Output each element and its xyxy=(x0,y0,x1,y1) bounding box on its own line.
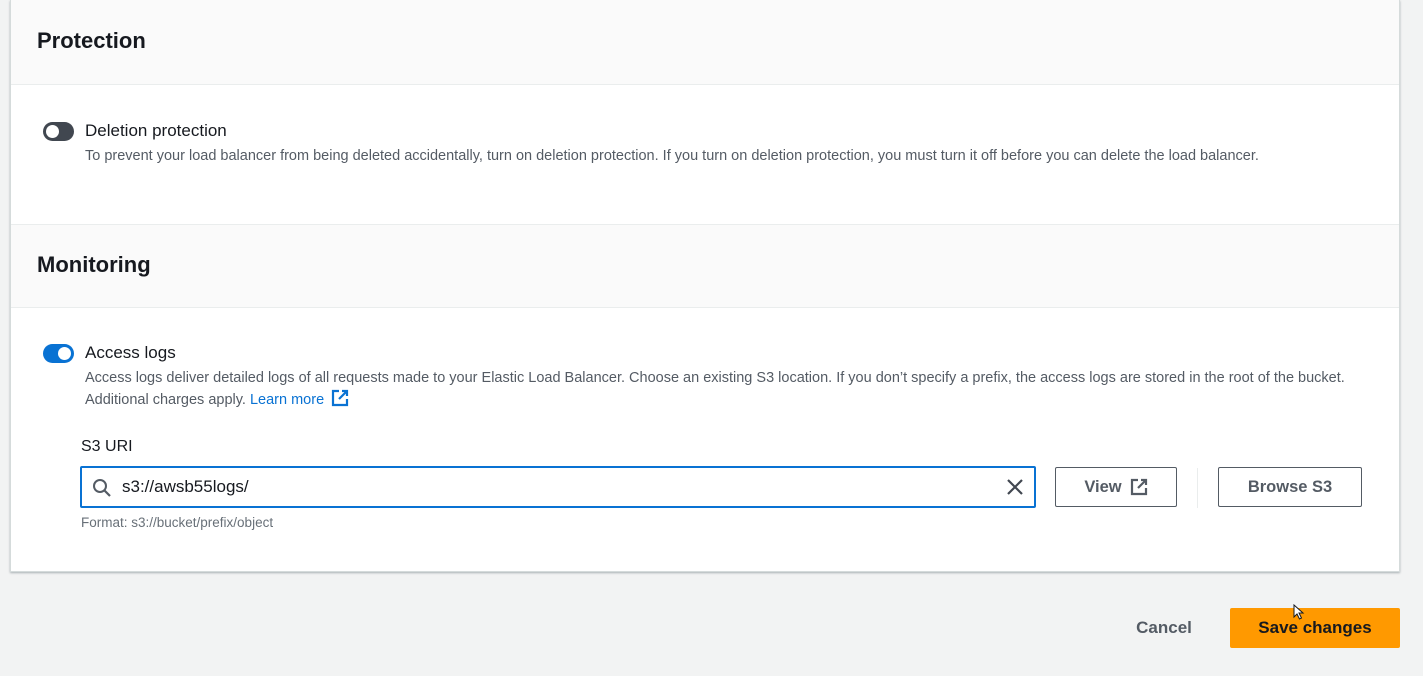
s3-uri-value: s3://awsb55logs/ xyxy=(122,477,249,496)
browse-s3-button-label: Browse S3 xyxy=(1247,477,1333,496)
protection-title: Protection xyxy=(37,28,146,53)
learn-more-link[interactable]: Learn more xyxy=(249,389,349,408)
deletion-protection-description: To prevent your load balancer from being… xyxy=(85,148,1259,164)
toggle-knob xyxy=(58,347,71,360)
cancel-button[interactable]: Cancel xyxy=(1118,608,1210,648)
s3-uri-input[interactable]: s3://awsb55logs/ xyxy=(80,466,1036,508)
monitoring-title: Monitoring xyxy=(37,252,151,277)
external-link-icon xyxy=(1130,478,1147,496)
clear-icon[interactable] xyxy=(1006,478,1024,496)
external-link-icon xyxy=(332,389,349,407)
s3-uri-format-hint: Format: s3://bucket/prefix/object xyxy=(81,515,274,530)
access-logs-description: Access logs deliver detailed logs of all… xyxy=(85,367,1375,411)
deletion-protection-toggle[interactable] xyxy=(43,122,74,141)
cursor-icon xyxy=(1293,604,1305,620)
s3-uri-label: S3 URI xyxy=(81,438,133,455)
save-changes-button[interactable]: Save changes xyxy=(1230,608,1400,648)
monitoring-header: Monitoring xyxy=(11,224,1399,308)
protection-header: Protection xyxy=(11,0,1399,85)
search-icon xyxy=(93,479,111,497)
access-logs-toggle[interactable] xyxy=(43,344,74,363)
browse-s3-button[interactable]: Browse S3 xyxy=(1218,467,1362,507)
view-button-label: View xyxy=(1084,477,1122,496)
button-divider xyxy=(1197,468,1198,508)
view-button[interactable]: View xyxy=(1055,467,1177,507)
learn-more-label: Learn more xyxy=(249,392,325,408)
toggle-knob xyxy=(46,125,59,138)
settings-panel: Protection Deletion protection To preven… xyxy=(10,0,1400,572)
access-logs-label: Access logs xyxy=(85,343,176,362)
deletion-protection-label: Deletion protection xyxy=(85,121,227,140)
